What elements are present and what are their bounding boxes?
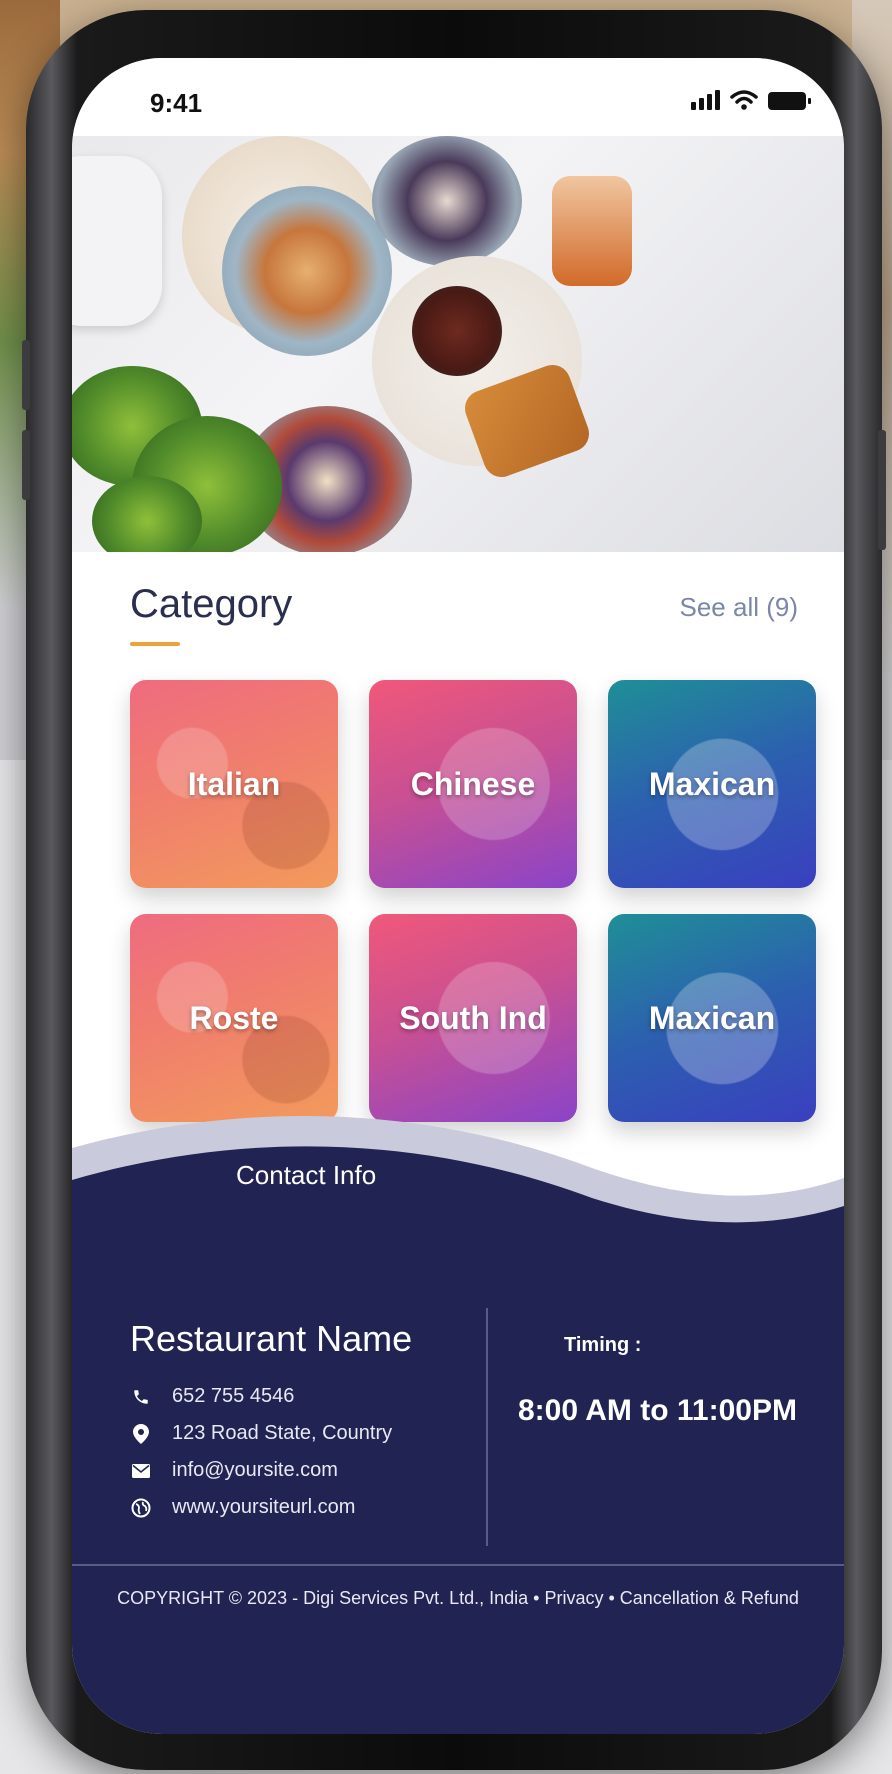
category-label: Italian xyxy=(187,765,281,802)
footer-vertical-divider xyxy=(486,1308,488,1546)
footer-wave xyxy=(72,1115,844,1238)
category-tile-maxican-2[interactable]: Maxican xyxy=(608,914,816,1122)
restaurant-name: Restaurant Name xyxy=(130,1318,413,1359)
category-label: Roste xyxy=(189,999,279,1036)
category-tile-maxican[interactable]: Maxican xyxy=(608,680,816,888)
status-icons xyxy=(691,90,811,110)
mail-icon xyxy=(130,1460,152,1482)
category-label: Maxican xyxy=(648,765,776,802)
category-section: Category See all (9) Italian Chinese Max… xyxy=(72,552,844,1122)
status-bar: 9:41 xyxy=(72,58,844,136)
website-text: www.yoursiteurl.com xyxy=(172,1496,356,1518)
volume-down-button xyxy=(22,430,30,500)
category-tile-south-ind[interactable]: South Ind xyxy=(369,914,577,1122)
contact-phone[interactable]: 652 755 4546 xyxy=(130,1378,392,1415)
contact-list: 652 755 4546 123 Road State, Country inf… xyxy=(130,1378,392,1526)
status-time: 9:41 xyxy=(150,88,203,118)
power-button xyxy=(878,430,886,550)
contact-email[interactable]: info@yoursite.com xyxy=(130,1452,392,1489)
wifi-icon xyxy=(730,90,758,110)
category-label: Chinese xyxy=(410,765,536,802)
contact-website[interactable]: www.yoursiteurl.com xyxy=(130,1489,392,1526)
contact-info-title: Contact Info xyxy=(236,1160,377,1190)
email-text: info@yoursite.com xyxy=(172,1459,338,1481)
footer-horizontal-divider xyxy=(72,1564,844,1566)
timing-label: Timing : xyxy=(564,1334,642,1356)
timing-value: 8:00 AM to 11:00PM xyxy=(518,1394,797,1427)
address-text: 123 Road State, Country xyxy=(172,1422,393,1444)
category-title: Category xyxy=(130,582,293,626)
battery-icon xyxy=(768,92,811,110)
category-title-underline xyxy=(130,642,180,646)
hero-food-image xyxy=(72,136,844,552)
category-tile-chinese[interactable]: Chinese xyxy=(369,680,577,888)
contact-address: 123 Road State, Country xyxy=(130,1415,392,1452)
see-all-link[interactable]: See all (9) xyxy=(680,592,799,623)
location-pin-icon xyxy=(130,1423,152,1445)
volume-up-button xyxy=(22,340,30,410)
copyright-text: COPYRIGHT © 2023 - Digi Services Pvt. Lt… xyxy=(117,1588,799,1608)
category-tile-roste[interactable]: Roste xyxy=(130,914,338,1122)
category-grid: Italian Chinese Maxican Roste South Ind xyxy=(130,680,816,1122)
signal-icon xyxy=(691,90,720,110)
phone-icon xyxy=(130,1386,152,1408)
category-tile-italian[interactable]: Italian xyxy=(130,680,338,888)
phone-text: 652 755 4546 xyxy=(172,1385,295,1407)
footer: Restaurant Name 652 755 4546 123 Road St… xyxy=(72,1228,844,1734)
globe-icon xyxy=(130,1497,152,1519)
category-label: Maxican xyxy=(648,999,776,1036)
category-label: South Ind xyxy=(399,999,547,1036)
phone-screen: 9:41 Category See all (9) Italian Chines… xyxy=(72,58,844,1734)
phone-frame: 9:41 Category See all (9) Italian Chines… xyxy=(22,10,886,1770)
